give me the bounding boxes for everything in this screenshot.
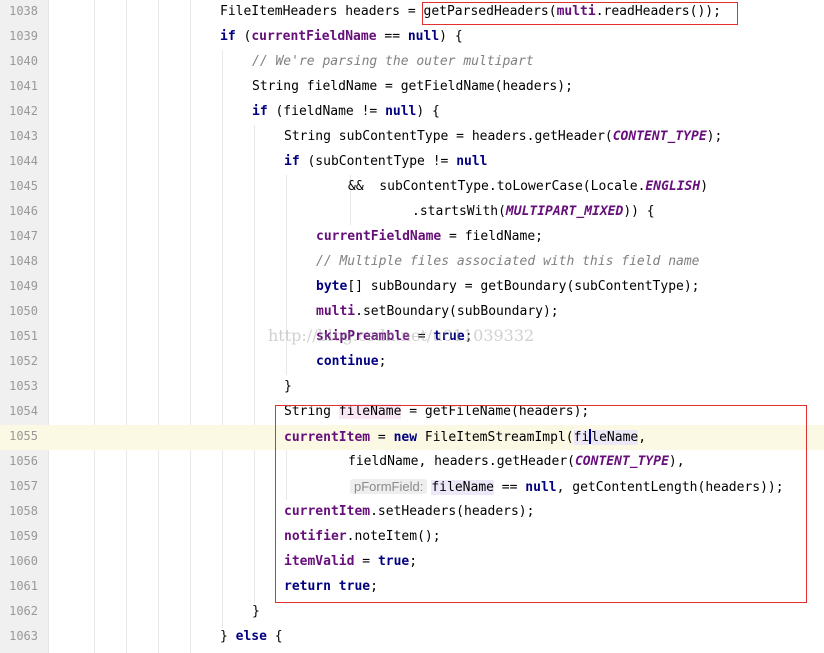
code-line[interactable]: 1048 // Multiple files associated with t…: [0, 250, 824, 275]
line-number: 1055: [9, 429, 38, 443]
code-line[interactable]: 1056 fieldName, headers.getHeader(CONTEN…: [0, 450, 824, 475]
code-text: String fieldName = getFieldName(headers)…: [252, 79, 573, 94]
line-number: 1039: [9, 29, 38, 43]
code-line[interactable]: 1058 currentItem.setHeaders(headers);: [0, 500, 824, 525]
line-number: 1043: [9, 129, 38, 143]
line-number: 1038: [9, 4, 38, 18]
code-line[interactable]: 1045 && subContentType.toLowerCase(Local…: [0, 175, 824, 200]
parameter-hint: pFormField:: [350, 479, 428, 494]
code-text: String fileName = getFileName(headers);: [284, 404, 590, 419]
code-text: currentItem = new FileItemStreamImpl(fi l…: [284, 429, 647, 445]
line-number: 1054: [9, 404, 38, 418]
code-line[interactable]: 1040 // We're parsing the outer multipar…: [0, 50, 824, 75]
line-number: 1061: [9, 579, 38, 593]
code-line[interactable]: 1043 String subContentType = headers.get…: [0, 125, 824, 150]
line-number: 1060: [9, 554, 38, 568]
line-number: 1059: [9, 529, 38, 543]
code-text: } else {: [220, 629, 283, 644]
line-number: 1050: [9, 304, 38, 318]
line-number: 1040: [9, 54, 38, 68]
code-text: return true;: [284, 579, 378, 594]
code-line[interactable]: 1061 return true;: [0, 575, 824, 600]
line-number: 1045: [9, 179, 38, 193]
code-text: if (fieldName != null) {: [252, 104, 440, 119]
code-text: .startsWith(MULTIPART_MIXED)) {: [412, 204, 655, 219]
code-text: continue;: [316, 354, 387, 369]
code-text: fieldName, headers.getHeader(CONTENT_TYP…: [348, 454, 685, 469]
code-text: }: [252, 604, 260, 619]
line-number: 1049: [9, 279, 38, 293]
code-text: notifier.noteItem();: [284, 529, 441, 544]
line-number: 1051: [9, 329, 38, 343]
code-line[interactable]: 1053 }: [0, 375, 824, 400]
line-number: 1056: [9, 454, 38, 468]
line-number: 1048: [9, 254, 38, 268]
line-number: 1053: [9, 379, 38, 393]
code-line[interactable]: 1050 multi.setBoundary(subBoundary);: [0, 300, 824, 325]
code-line[interactable]: 1054 String fileName = getFileName(heade…: [0, 400, 824, 425]
code-editor[interactable]: 1038 FileItemHeaders headers = getParsed…: [0, 0, 824, 653]
code-line[interactable]: 1044 if (subContentType != null: [0, 150, 824, 175]
line-number: 1057: [9, 479, 38, 493]
code-text: currentItem.setHeaders(headers);: [284, 504, 535, 519]
code-line[interactable]: 1049 byte[] subBoundary = getBoundary(su…: [0, 275, 824, 300]
code-text: if (subContentType != null: [284, 154, 488, 169]
code-text: itemValid = true;: [284, 554, 418, 569]
code-text: }: [284, 379, 292, 394]
watermark: http://blog.csdn.net/u011039332: [268, 326, 535, 345]
code-comment: // Multiple files associated with this f…: [316, 254, 700, 269]
code-line[interactable]: 1062 }: [0, 600, 824, 625]
line-number: 1063: [9, 629, 38, 643]
code-comment: // We're parsing the outer multipart: [252, 54, 534, 69]
line-number: 1041: [9, 79, 38, 93]
line-number: 1052: [9, 354, 38, 368]
code-line-current[interactable]: 1055 currentItem = new FileItemStreamImp…: [0, 425, 824, 450]
code-line[interactable]: 1046 .startsWith(MULTIPART_MIXED)) {: [0, 200, 824, 225]
code-text: FileItemHeaders headers = getParsedHeade…: [220, 4, 721, 19]
code-line[interactable]: 1059 notifier.noteItem();: [0, 525, 824, 550]
code-line[interactable]: 1047 currentFieldName = fieldName;: [0, 225, 824, 250]
line-number: 1047: [9, 229, 38, 243]
code-line[interactable]: 1042 if (fieldName != null) {: [0, 100, 824, 125]
code-line[interactable]: 1063 } else {: [0, 625, 824, 650]
code-text: String subContentType = headers.getHeade…: [284, 129, 723, 144]
code-text: byte[] subBoundary = getBoundary(subCont…: [316, 279, 700, 294]
line-number: 1042: [9, 104, 38, 118]
code-line[interactable]: 1038 FileItemHeaders headers = getParsed…: [0, 0, 824, 25]
line-number: 1044: [9, 154, 38, 168]
code-text: multi.setBoundary(subBoundary);: [316, 304, 559, 319]
code-text: if (currentFieldName == null) {: [220, 29, 463, 44]
code-line[interactable]: 1039 if (currentFieldName == null) {: [0, 25, 824, 50]
code-line[interactable]: 1041 String fieldName = getFieldName(hea…: [0, 75, 824, 100]
line-number: 1046: [9, 204, 38, 218]
line-number: 1058: [9, 504, 38, 518]
code-text: currentFieldName = fieldName;: [316, 229, 543, 244]
line-number: 1062: [9, 604, 38, 618]
code-line[interactable]: 1052 continue;: [0, 350, 824, 375]
code-text: && subContentType.toLowerCase(Locale.ENG…: [348, 179, 709, 194]
code-text: pFormField: fileName == null, getContentL…: [350, 479, 784, 495]
code-line[interactable]: 1060 itemValid = true;: [0, 550, 824, 575]
code-line[interactable]: 1057 pFormField: fileName == null, getCon…: [0, 475, 824, 500]
